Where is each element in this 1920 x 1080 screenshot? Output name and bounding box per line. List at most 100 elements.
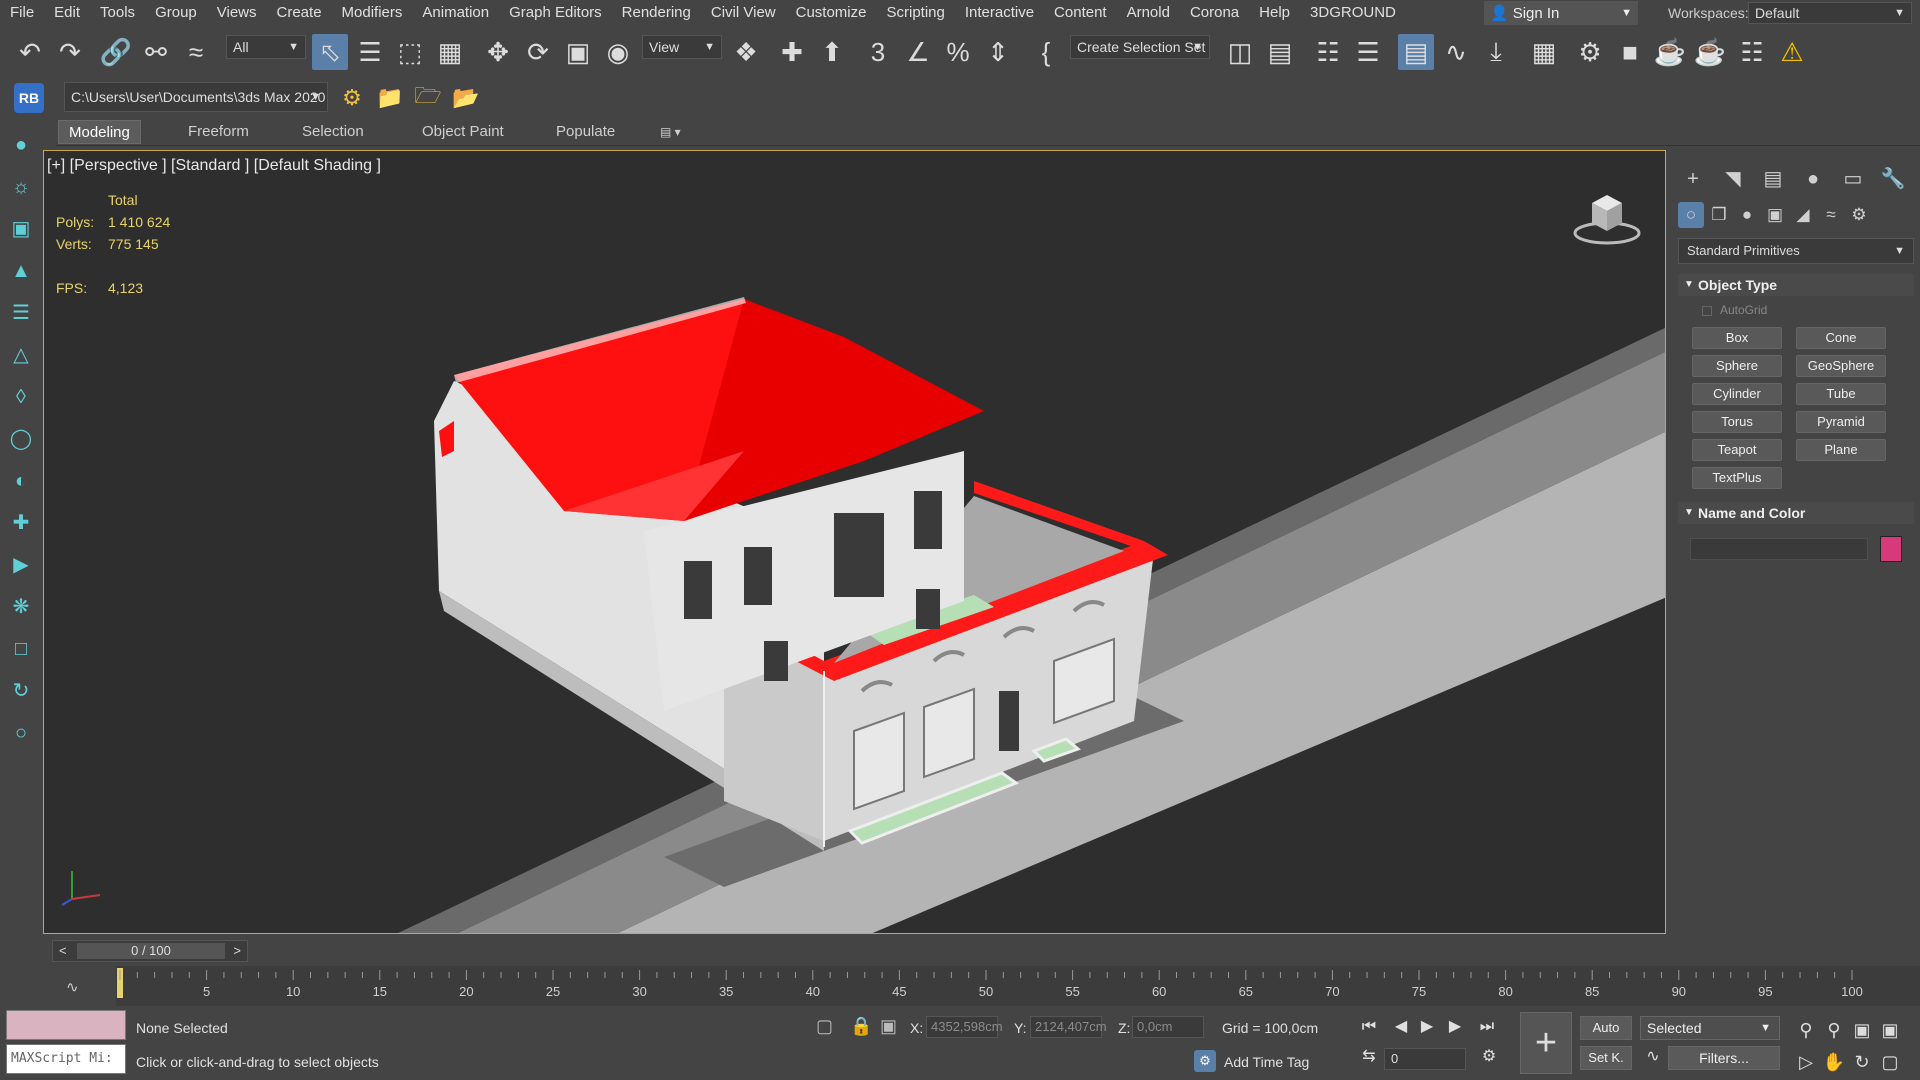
list-icon[interactable]: ☰ [8,300,34,326]
create-box-button[interactable]: Box [1692,327,1782,349]
warning-icon[interactable]: ⚠ [1774,34,1810,70]
menu-edit[interactable]: Edit [44,0,90,26]
create-pyramid-button[interactable]: Pyramid [1796,411,1886,433]
cameras-category-icon[interactable]: ▣ [1762,202,1788,228]
rectangular-selection-icon[interactable]: ⬚ [392,34,428,70]
sun-icon[interactable]: ☼ [8,174,34,200]
material-editor-icon[interactable]: ▦ [1526,34,1562,70]
pan-icon[interactable]: ✋ [1822,1052,1846,1073]
menu-customize[interactable]: Customize [786,0,877,26]
shape-icon[interactable]: ◊ [8,384,34,410]
display-tab-icon[interactable]: ▭ [1838,164,1868,194]
menu-rendering[interactable]: Rendering [612,0,701,26]
helpers-category-icon[interactable]: ◢ [1790,202,1816,228]
go-to-end-icon[interactable]: ⏭ [1474,1016,1500,1038]
create-cylinder-button[interactable]: Cylinder [1692,383,1782,405]
set-key-button[interactable]: Set K. [1580,1046,1632,1070]
menu-file[interactable]: File [0,0,44,26]
spinner-snap-icon[interactable]: ⇕ [980,34,1016,70]
menu-create[interactable]: Create [267,0,332,26]
snaps-toggle-icon[interactable]: 3 [860,34,896,70]
create-tube-button[interactable]: Tube [1796,383,1886,405]
keyboard-shortcut-override-icon[interactable]: ⬆ [814,34,850,70]
angle-snap-icon[interactable]: ∠ [900,34,936,70]
key-mode-toggle-icon[interactable]: ⇆ [1356,1046,1382,1068]
add-time-tag-button[interactable]: Add Time Tag [1224,1054,1309,1070]
viewcube-icon[interactable] [1572,187,1642,247]
menu-group[interactable]: Group [145,0,207,26]
hierarchy-tab-icon[interactable]: ▤ [1758,164,1788,194]
lock-icon[interactable]: 🔒 [850,1016,872,1037]
menu-corona[interactable]: Corona [1180,0,1249,26]
shapes-category-icon[interactable]: ❒ [1706,202,1732,228]
isolate-selection-icon[interactable]: ▢ [816,1016,833,1037]
particles-icon[interactable]: ❋ [8,594,34,620]
selection-filter-select[interactable]: All ▼ [226,35,306,59]
geometry-category-icon[interactable]: ○ [1678,202,1704,228]
autogrid-checkbox[interactable] [1702,306,1712,316]
menu-3dground[interactable]: 3DGROUND [1300,0,1406,26]
field-of-view-icon[interactable]: ▷ [1794,1052,1818,1073]
menu-graph-editors[interactable]: Graph Editors [499,0,612,26]
workspaces-select[interactable]: Default ▼ [1748,2,1912,24]
place-icon[interactable]: ◉ [600,34,636,70]
percent-snap-icon[interactable]: % [940,34,976,70]
create-sphere-button[interactable]: Sphere [1692,355,1782,377]
camera-icon[interactable]: ▣ [8,216,34,242]
motion-tab-icon[interactable]: ● [1798,164,1828,194]
sign-in-button[interactable]: 👤 Sign In ▼ [1484,1,1638,25]
geometry-icon[interactable]: △ [8,342,34,368]
scene-explorer-icon[interactable]: ☷ [1310,34,1346,70]
create-torus-button[interactable]: Torus [1692,411,1782,433]
render-in-cloud-icon[interactable]: ☷ [1734,34,1770,70]
menu-content[interactable]: Content [1044,0,1117,26]
zoom-icon[interactable]: ⚲ [1794,1020,1818,1041]
set-key-icon[interactable]: + [1520,1012,1572,1074]
systems-category-icon[interactable]: ⚙ [1846,202,1872,228]
render-iterative-icon[interactable]: ☕ [1692,34,1728,70]
edit-named-selection-icon[interactable]: { [1028,34,1064,70]
select-by-name-icon[interactable]: ☰ [352,34,388,70]
tab-modeling[interactable]: Modeling [58,120,141,144]
zoom-all-icon[interactable]: ⚲ [1822,1020,1846,1041]
create-plane-button[interactable]: Plane [1796,439,1886,461]
undo-icon[interactable]: ↶ [12,34,48,70]
listener-color-swatch[interactable] [6,1010,126,1040]
create-tab-icon[interactable]: + [1678,164,1708,194]
tab-populate[interactable]: Populate [546,120,625,144]
named-selection-set-select[interactable]: Create Selection Set ▼ [1070,35,1210,59]
align-icon[interactable]: ▤ [1262,34,1298,70]
render-setup-icon[interactable]: ⚙ [1572,34,1608,70]
render-production-icon[interactable]: ☕ [1652,34,1688,70]
menu-scripting[interactable]: Scripting [876,0,954,26]
project-folder-icon[interactable]: 📁 [374,82,406,114]
project-open-icon[interactable]: 📂 [450,82,482,114]
object-color-swatch[interactable] [1880,536,1902,562]
play-icon[interactable]: ▶ [1414,1016,1440,1038]
time-slider-next-icon[interactable]: > [233,943,241,958]
orbit-icon[interactable]: ↻ [8,678,34,704]
time-tag-icon[interactable]: ⚙ [1194,1050,1216,1072]
object-type-rollout[interactable]: ▼ Object Type [1678,274,1914,296]
create-cone-button[interactable]: Cone [1796,327,1886,349]
previous-frame-icon[interactable]: ◀ [1388,1016,1414,1038]
tab-selection[interactable]: Selection [292,120,374,144]
utilities-tab-icon[interactable]: 🔧 [1878,164,1908,194]
link-icon[interactable]: 🔗 [98,34,134,70]
rendered-frame-window-icon[interactable]: ■ [1612,34,1648,70]
x-coordinate-field[interactable]: 4352,598cm [926,1016,1003,1038]
menu-views[interactable]: Views [207,0,267,26]
render-icon[interactable]: ▶ [8,552,34,578]
modify-tab-icon[interactable]: ◥ [1718,164,1748,194]
object-name-input[interactable] [1690,538,1868,560]
primitive-type-select[interactable]: Standard Primitives ▼ [1678,238,1914,264]
track-bar[interactable]: 5 10 15 20 25 30 35 40 45 50 55 60 65 70 75 80 85 90 95 100 [116,966,1920,1006]
go-to-start-icon[interactable]: ⏮ [1356,1016,1382,1038]
time-slider-prev-icon[interactable]: < [59,943,67,958]
menu-civil-view[interactable]: Civil View [701,0,786,26]
default-tangent-icon[interactable]: ∿ [1640,1046,1666,1068]
menu-help[interactable]: Help [1249,0,1300,26]
menu-modifiers[interactable]: Modifiers [332,0,413,26]
menu-animation[interactable]: Animation [412,0,499,26]
time-configuration-icon[interactable]: ⚙ [1476,1046,1502,1068]
